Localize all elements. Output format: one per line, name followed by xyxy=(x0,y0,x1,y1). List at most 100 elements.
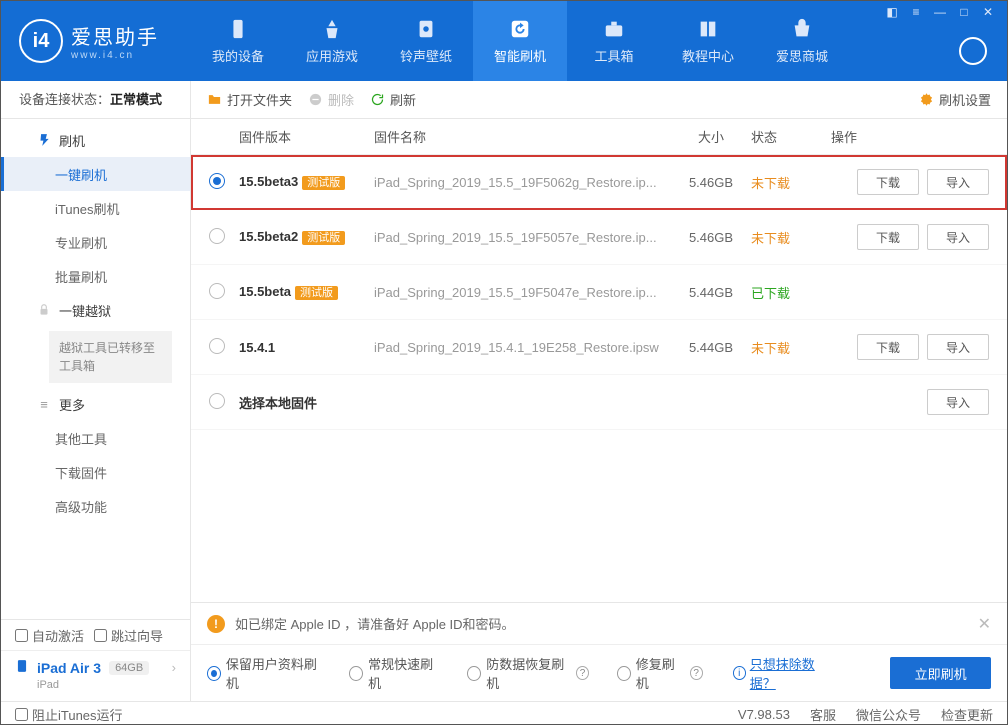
settings-button[interactable]: 刷机设置 xyxy=(919,90,991,109)
skip-guide-checkbox[interactable]: 跳过向导 xyxy=(94,626,163,645)
nav-my-device[interactable]: 我的设备 xyxy=(191,1,285,81)
flash-now-button[interactable]: 立即刷机 xyxy=(890,657,991,689)
flash-options: 保留用户资料刷机常规快速刷机防数据恢复刷机? 修复刷机? i 只想抹除数据？ 立即… xyxy=(191,645,1007,701)
nav-toolbox[interactable]: 工具箱 xyxy=(567,1,661,81)
open-folder-button[interactable]: 打开文件夹 xyxy=(207,90,292,109)
table-header: 固件版本 固件名称 大小 状态 操作 xyxy=(191,119,1007,155)
folder-icon xyxy=(207,92,222,107)
firmware-row[interactable]: 15.4.1iPad_Spring_2019_15.4.1_19E258_Res… xyxy=(191,320,1007,375)
app-domain: www.i4.cn xyxy=(71,50,159,61)
download-button[interactable]: 下载 xyxy=(857,224,919,250)
firmware-size: 5.44GB xyxy=(671,340,751,355)
th-size: 大小 xyxy=(671,127,751,146)
delete-button: 删除 xyxy=(308,90,354,109)
logo-icon: i4 xyxy=(19,19,63,63)
radio-icon xyxy=(349,666,363,681)
firmware-name: iPad_Spring_2019_15.5_19F5057e_Restore.i… xyxy=(374,230,671,245)
firmware-row[interactable]: 15.5beta2测试版iPad_Spring_2019_15.5_19F505… xyxy=(191,210,1007,265)
help-icon[interactable]: ? xyxy=(576,666,589,680)
device-name: iPad Air 3 xyxy=(37,660,101,676)
nav-flash[interactable]: 智能刷机 xyxy=(473,1,567,81)
firmware-row[interactable]: 15.5beta3测试版iPad_Spring_2019_15.5_19F506… xyxy=(191,155,1007,210)
logo[interactable]: i4 爱思助手 www.i4.cn xyxy=(1,1,191,81)
chevron-right-icon: › xyxy=(172,660,176,675)
menu-icon[interactable]: ◧ xyxy=(881,3,903,21)
firmware-size: 5.44GB xyxy=(671,285,751,300)
firmware-name: iPad_Spring_2019_15.5_19F5047e_Restore.i… xyxy=(374,285,671,300)
firmware-status: 未下载 xyxy=(751,228,831,247)
flash-mode-option[interactable]: 保留用户资料刷机 xyxy=(207,654,321,692)
support-link[interactable]: 客服 xyxy=(810,705,836,724)
sidebar-itunes[interactable]: iTunes刷机 xyxy=(1,191,190,225)
firmware-status: 已下载 xyxy=(751,283,831,302)
info-icon[interactable]: i xyxy=(733,666,746,680)
refresh-button[interactable]: 刷新 xyxy=(370,90,416,109)
import-button[interactable]: 导入 xyxy=(927,224,989,250)
th-action: 操作 xyxy=(831,127,989,146)
sidebar: 设备连接状态：正常模式 刷机 一键刷机 iTunes刷机 专业刷机 批量刷机 一… xyxy=(1,81,191,701)
beta-badge: 测试版 xyxy=(295,286,338,300)
sidebar-batch[interactable]: 批量刷机 xyxy=(1,259,190,293)
flash-mode-option[interactable]: 常规快速刷机 xyxy=(349,654,439,692)
header: i4 爱思助手 www.i4.cn 我的设备 应用游戏 铃声壁纸 智能刷机 工具… xyxy=(1,1,1007,81)
download-indicator[interactable] xyxy=(959,37,987,65)
firmware-row[interactable]: 选择本地固件导入 xyxy=(191,375,1007,430)
sidebar-pro[interactable]: 专业刷机 xyxy=(1,225,190,259)
download-button[interactable]: 下载 xyxy=(857,334,919,360)
flash-mode-option[interactable]: 修复刷机? xyxy=(617,654,703,692)
gear-icon xyxy=(919,92,934,107)
firmware-version: 15.5beta xyxy=(239,284,291,299)
minimize-icon[interactable]: — xyxy=(929,3,951,21)
import-button[interactable]: 导入 xyxy=(927,334,989,360)
row-radio[interactable] xyxy=(209,283,225,299)
flash-icon xyxy=(37,133,51,147)
close-icon[interactable]: ✕ xyxy=(977,3,999,21)
list-icon[interactable]: ≡ xyxy=(905,3,927,21)
sidebar-adv[interactable]: 高级功能 xyxy=(1,489,190,523)
firmware-size: 5.46GB xyxy=(671,175,751,190)
sidebar-dlfw[interactable]: 下载固件 xyxy=(1,455,190,489)
firmware-status: 未下载 xyxy=(751,338,831,357)
download-button[interactable]: 下载 xyxy=(857,169,919,195)
block-itunes-checkbox[interactable]: 阻止iTunes运行 xyxy=(15,705,123,724)
store-icon xyxy=(791,18,813,40)
nav-store[interactable]: 爱思商城 xyxy=(755,1,849,81)
lock-icon xyxy=(37,303,51,317)
device-type: iPad xyxy=(15,679,176,691)
sidebar-oneclick[interactable]: 一键刷机 xyxy=(1,157,190,191)
import-button[interactable]: 导入 xyxy=(927,389,989,415)
nav-tutorial[interactable]: 教程中心 xyxy=(661,1,755,81)
check-update-link[interactable]: 检查更新 xyxy=(941,705,993,724)
row-radio[interactable] xyxy=(209,338,225,354)
th-version: 固件版本 xyxy=(239,127,374,146)
auto-activate-checkbox[interactable]: 自动激活 xyxy=(15,626,84,645)
help-icon[interactable]: ? xyxy=(690,666,703,680)
delete-icon xyxy=(308,92,323,107)
firmware-status: 未下载 xyxy=(751,173,831,192)
th-status: 状态 xyxy=(751,127,831,146)
row-radio[interactable] xyxy=(209,173,225,189)
sidebar-other[interactable]: 其他工具 xyxy=(1,421,190,455)
import-button[interactable]: 导入 xyxy=(927,169,989,195)
nav-apps[interactable]: 应用游戏 xyxy=(285,1,379,81)
device-info[interactable]: iPad Air 3 64GB › iPad xyxy=(1,650,190,701)
phone-icon xyxy=(227,18,249,40)
banner-close-icon[interactable]: ✕ xyxy=(978,614,991,634)
appleid-banner: ! 如已绑定 Apple ID ，请准备好 Apple ID和密码。 ✕ xyxy=(191,603,1007,645)
sidebar-flash[interactable]: 刷机 xyxy=(1,123,190,157)
firmware-row[interactable]: 15.5beta 测试版 iPad_Spring_2019_15.5_19F5047… xyxy=(191,265,1007,320)
radio-icon xyxy=(207,666,221,681)
row-radio[interactable] xyxy=(209,228,225,244)
wechat-link[interactable]: 微信公众号 xyxy=(856,705,921,724)
sidebar-jailbreak: 一键越狱 xyxy=(1,293,190,327)
sidebar-more[interactable]: ≡ 更多 xyxy=(1,387,190,421)
book-icon xyxy=(697,18,719,40)
nav-ringtone[interactable]: 铃声壁纸 xyxy=(379,1,473,81)
maximize-icon[interactable]: □ xyxy=(953,3,975,21)
erase-link[interactable]: 只想抹除数据？ xyxy=(750,654,834,692)
flash-mode-option[interactable]: 防数据恢复刷机? xyxy=(467,654,589,692)
firmware-version: 15.5beta2 xyxy=(239,229,298,244)
row-radio[interactable] xyxy=(209,393,225,409)
firmware-name: iPad_Spring_2019_15.4.1_19E258_Restore.i… xyxy=(374,340,671,355)
toolbox-icon xyxy=(603,18,625,40)
